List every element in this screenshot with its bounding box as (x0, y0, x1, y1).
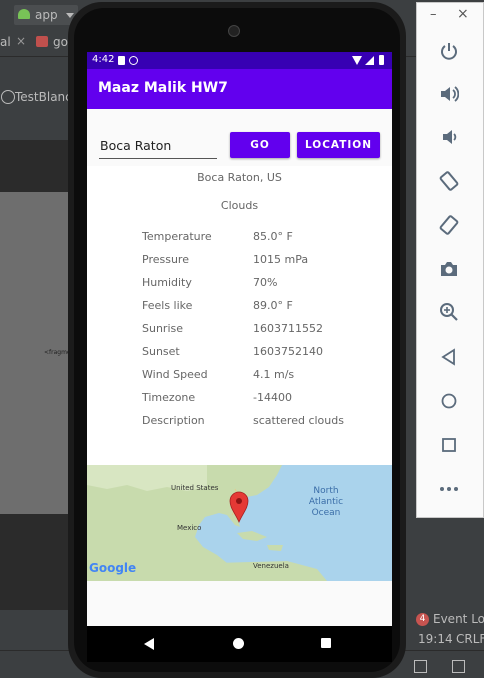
city-country-label: Boca Raton, US (197, 171, 282, 184)
map-marker-icon[interactable] (229, 491, 249, 523)
detail-value: 1015 mPa (253, 253, 309, 266)
city-input[interactable]: Boca Raton (99, 136, 217, 159)
zoom-icon[interactable] (436, 299, 462, 325)
map-label-mexico: Mexico (177, 524, 202, 532)
map-label-ocean: North Atlantic Ocean (301, 486, 351, 519)
detail-value: scattered clouds (253, 414, 344, 427)
line-ending[interactable]: CRLF (456, 632, 484, 646)
detail-value: 70% (253, 276, 278, 289)
info-icon (1, 90, 15, 104)
camera-icon[interactable] (436, 256, 462, 282)
ocean-line: North (313, 486, 339, 496)
detail-label: Wind Speed (142, 368, 208, 381)
detail-label: Feels like (142, 299, 193, 312)
system-nav-bar (87, 626, 392, 662)
sim-icon (118, 56, 125, 65)
detail-label: Timezone (142, 391, 196, 404)
cloud-notification-icon (129, 56, 138, 65)
minimize-button[interactable]: – (430, 7, 437, 22)
rotate-right-icon[interactable] (436, 212, 462, 238)
detail-value: 4.1 m/s (253, 368, 295, 381)
ocean-line: Atlantic (308, 497, 344, 507)
go-button[interactable]: GO (230, 132, 290, 158)
detail-row: Humidity 70% (142, 276, 372, 292)
emulator-controls-panel: – × (416, 2, 484, 518)
detail-value: 1603752140 (253, 345, 323, 358)
map-view[interactable]: United States Mexico Venezuela North Atl… (87, 465, 392, 581)
detail-value: 89.0° F (253, 299, 293, 312)
detail-row: Wind Speed 4.1 m/s (142, 368, 372, 384)
device-screen: 4:42 Maaz Malik HW7 Boca Raton GO LOCATI… (87, 52, 392, 626)
event-count-badge: 4 (416, 613, 429, 626)
event-log-button[interactable]: Event Log (433, 612, 484, 626)
recents-nav-icon[interactable] (321, 638, 331, 648)
fragment-label: <fragme (44, 349, 71, 356)
wifi-icon (352, 56, 362, 65)
detail-label: Humidity (142, 276, 192, 289)
back-nav-icon[interactable] (144, 638, 154, 650)
location-button[interactable]: LOCATION (297, 132, 380, 158)
back-icon[interactable] (436, 344, 462, 370)
detail-row: Timezone -14400 (142, 391, 372, 407)
main-weather-label: Clouds (220, 199, 259, 212)
map-label-united-states: United States (171, 484, 219, 492)
detail-row: Feels like 89.0° F (142, 299, 372, 315)
detail-row: Sunset 1603752140 (142, 345, 372, 361)
signal-icon (365, 56, 374, 65)
more-icon[interactable] (436, 476, 462, 502)
map-label-venezuela: Venezuela (253, 562, 289, 570)
android-icon (18, 9, 30, 19)
tab-editor-left[interactable]: al (0, 35, 11, 49)
overview-icon[interactable] (436, 432, 462, 458)
detail-label: Pressure (142, 253, 189, 266)
volume-up-icon[interactable] (436, 81, 462, 107)
hector-icon[interactable] (452, 660, 465, 673)
status-time: 4:42 (92, 54, 115, 65)
detail-row: Description scattered clouds (142, 414, 372, 430)
detail-value: 1603711552 (253, 322, 323, 335)
file-icon (36, 36, 48, 47)
rotate-left-icon[interactable] (436, 168, 462, 194)
app-title: Maaz Malik HW7 (98, 80, 228, 96)
detail-value: -14400 (253, 391, 292, 404)
detail-value: 85.0° F (253, 230, 293, 243)
home-icon[interactable] (436, 388, 462, 414)
status-bar: 4:42 (87, 52, 392, 69)
tab-editor-go[interactable]: go (53, 35, 68, 49)
detail-row: Sunrise 1603711552 (142, 322, 372, 338)
battery-icon (379, 55, 384, 65)
close-icon[interactable]: × (16, 34, 26, 48)
home-nav-icon[interactable] (233, 638, 244, 649)
app-bar: Maaz Malik HW7 (87, 69, 392, 109)
ocean-line: Ocean (311, 508, 341, 518)
close-button[interactable]: × (457, 6, 469, 22)
detail-row: Temperature 85.0° F (142, 230, 372, 246)
cursor-position[interactable]: 19:14 (418, 632, 453, 646)
detail-label: Description (142, 414, 205, 427)
detail-label: Sunrise (142, 322, 184, 335)
google-logo: Google (89, 561, 137, 575)
detail-row: Pressure 1015 mPa (142, 253, 372, 269)
detail-label: Sunset (142, 345, 180, 358)
run-config-label: app (35, 8, 58, 22)
weather-panel: Boca Raton, US Clouds Temperature 85.0° … (87, 166, 392, 466)
volume-down-icon[interactable] (436, 124, 462, 150)
detail-label: Temperature (142, 230, 212, 243)
details-list: Temperature 85.0° F Pressure 1015 mPa Hu… (142, 230, 372, 440)
run-config-dropdown[interactable]: app (14, 5, 78, 25)
front-camera (228, 25, 240, 37)
power-icon[interactable] (436, 38, 462, 64)
layout-icon[interactable] (414, 660, 427, 673)
city-input-value: Boca Raton (100, 138, 172, 153)
